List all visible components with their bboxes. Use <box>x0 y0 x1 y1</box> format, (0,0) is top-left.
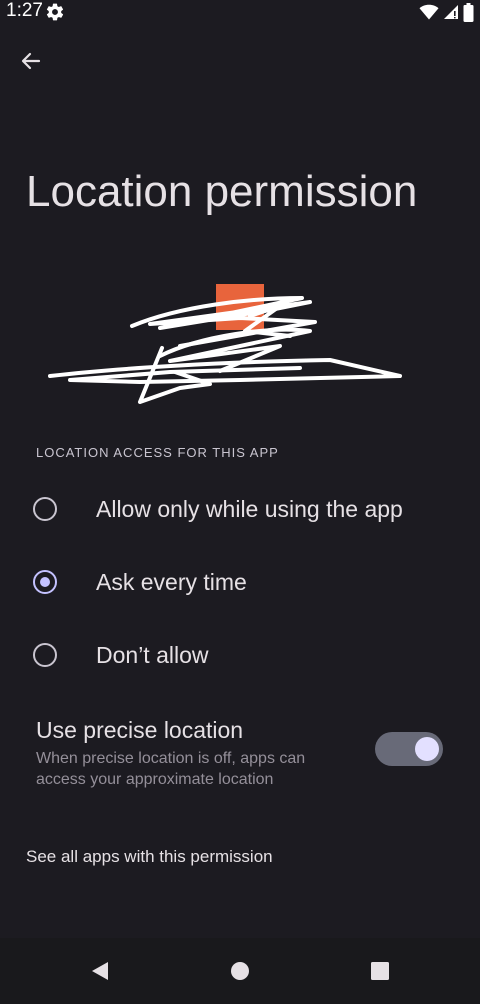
status-icons <box>419 2 474 22</box>
recents-square-icon <box>371 962 389 980</box>
navigation-bar <box>0 938 480 1004</box>
status-bar: 1:27 <box>0 0 480 24</box>
signal-icon <box>444 5 458 19</box>
scribble-overlay <box>48 296 402 404</box>
see-all-apps-link[interactable]: See all apps with this permission <box>26 846 273 868</box>
precise-location-row[interactable]: Use precise location When precise locati… <box>0 710 480 800</box>
back-triangle-icon <box>92 962 108 980</box>
radio-dot <box>40 577 50 587</box>
page-title: Location permission <box>26 167 418 216</box>
option-label: Don’t allow <box>96 642 209 668</box>
wifi-icon <box>419 4 439 20</box>
nav-back-button[interactable] <box>84 956 114 986</box>
toggle-thumb <box>415 737 439 761</box>
radio-button-unchecked[interactable] <box>33 497 57 521</box>
option-label: Ask every time <box>96 569 247 595</box>
radio-button-unchecked[interactable] <box>33 643 57 667</box>
nav-recents-button[interactable] <box>365 956 395 986</box>
battery-icon <box>463 2 474 22</box>
precise-location-toggle[interactable] <box>375 732 445 768</box>
section-header: LOCATION ACCESS FOR THIS APP <box>36 445 279 460</box>
precise-location-title: Use precise location <box>36 717 244 743</box>
app-icon <box>48 284 402 404</box>
nav-home-button[interactable] <box>225 956 255 986</box>
permission-screen: 1:27 Location permission LOCATION ACCESS… <box>0 0 480 1004</box>
option-allow-while-using[interactable]: Allow only while using the app <box>0 474 480 544</box>
back-button[interactable] <box>10 40 52 82</box>
option-ask-every-time[interactable]: Ask every time <box>0 547 480 617</box>
option-label: Allow only while using the app <box>96 496 403 522</box>
status-time: 1:27 <box>6 0 43 21</box>
home-circle-icon <box>231 962 249 980</box>
gear-icon <box>46 3 64 21</box>
radio-button-checked[interactable] <box>33 570 57 594</box>
precise-location-description: When precise location is off, apps can a… <box>36 750 306 788</box>
arrow-left-icon <box>21 52 41 70</box>
option-dont-allow[interactable]: Don’t allow <box>0 620 480 690</box>
